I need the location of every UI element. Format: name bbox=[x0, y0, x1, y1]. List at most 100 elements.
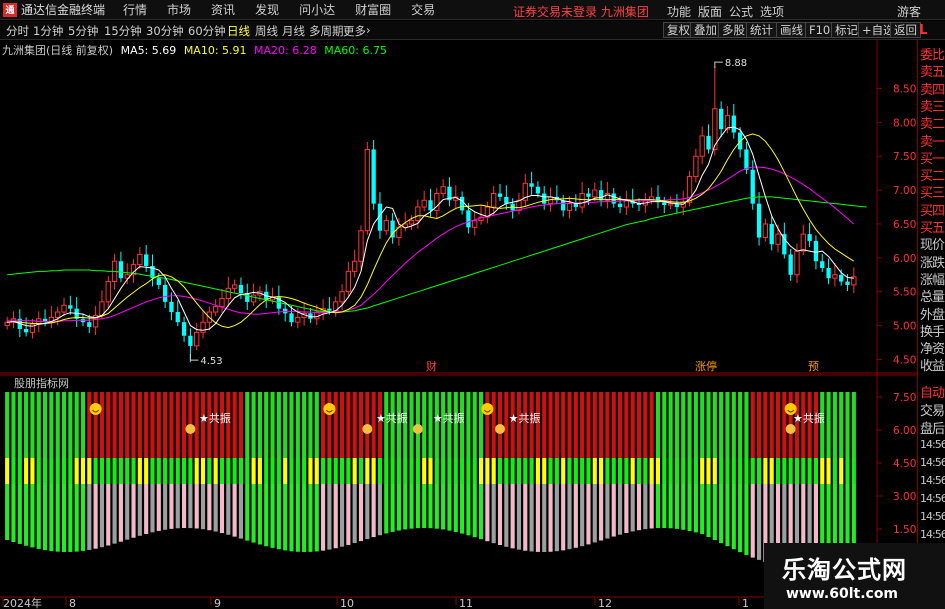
period-60min[interactable]: 60分钟 bbox=[188, 23, 226, 39]
signal-band-bar bbox=[712, 392, 717, 458]
signal-band-bar bbox=[643, 392, 648, 458]
volume-band-bar bbox=[687, 484, 692, 531]
trend-band-bar bbox=[428, 458, 433, 484]
menu-formula[interactable]: 公式 bbox=[729, 3, 753, 20]
f10-button[interactable]: F10 bbox=[805, 22, 835, 38]
signal-band-bar bbox=[308, 392, 313, 458]
menu-trade[interactable]: 交易 bbox=[411, 1, 435, 18]
candle-body bbox=[750, 169, 755, 204]
period-30min[interactable]: 30分钟 bbox=[146, 23, 184, 39]
candle-body bbox=[415, 206, 421, 222]
trend-band-bar bbox=[497, 458, 503, 484]
volume-band-bar bbox=[712, 484, 717, 541]
stock-title[interactable]: 九洲集团(日线 前复权) bbox=[2, 44, 113, 57]
period-15min[interactable]: 15分钟 bbox=[104, 23, 142, 39]
period-1min[interactable]: 1分钟 bbox=[33, 23, 63, 39]
chevron-right-icon[interactable]: › bbox=[366, 23, 371, 37]
draw-button[interactable]: 画线 bbox=[776, 22, 807, 38]
period-monthly[interactable]: 月线 bbox=[282, 23, 305, 39]
signal-band-bar bbox=[314, 392, 319, 458]
ma5-value: MA5: 5.69 bbox=[120, 44, 177, 57]
signal-band-bar bbox=[775, 392, 781, 458]
period-weekly[interactable]: 周线 bbox=[255, 23, 278, 39]
trend-band-bar bbox=[283, 458, 288, 484]
candle-body bbox=[845, 281, 850, 285]
signal-band-bar bbox=[662, 392, 667, 458]
signal-band-bar bbox=[472, 392, 477, 458]
menu-discover[interactable]: 发现 bbox=[255, 1, 279, 18]
menu-news[interactable]: 资讯 bbox=[211, 1, 235, 18]
menu-wealth[interactable]: 财富圈 bbox=[355, 1, 391, 18]
signal-band-bar bbox=[700, 392, 705, 458]
side-lower-label[interactable]: 自动 bbox=[920, 382, 945, 401]
volume-band-bar bbox=[497, 484, 503, 546]
candle-body bbox=[744, 149, 749, 170]
candle-body bbox=[339, 291, 345, 303]
indicator-tick-label: 7.50 bbox=[893, 392, 916, 404]
trend-band-bar bbox=[339, 458, 345, 484]
period-intraday[interactable]: 分时 bbox=[6, 23, 29, 39]
event-marker: 财 bbox=[426, 359, 437, 373]
multi-stock-button[interactable]: 多股 bbox=[718, 22, 749, 38]
menu-quotes[interactable]: 行情 bbox=[123, 1, 147, 18]
side-lower-label[interactable]: 盘后 bbox=[920, 418, 945, 437]
trend-band-bar bbox=[523, 458, 528, 484]
menu-options[interactable]: 选项 bbox=[760, 3, 784, 20]
signal-band-bar bbox=[264, 392, 269, 458]
trend-band-bar bbox=[175, 458, 180, 484]
volume-band-bar bbox=[428, 484, 433, 529]
menu-market[interactable]: 市场 bbox=[167, 1, 191, 18]
volume-band-bar bbox=[74, 484, 79, 552]
trend-band-bar bbox=[87, 458, 92, 484]
panel-toggle-button[interactable]: L bbox=[919, 23, 927, 38]
volume-band-bar bbox=[441, 484, 446, 530]
trend-band-bar bbox=[137, 458, 142, 484]
period-more[interactable]: 更多 bbox=[343, 23, 366, 39]
candle-body bbox=[371, 149, 376, 204]
menu-ask[interactable]: 问小达 bbox=[299, 1, 335, 18]
period-daily[interactable]: 日线 bbox=[227, 23, 250, 39]
overlay-button[interactable]: 叠加 bbox=[690, 22, 721, 38]
money-bag-icon bbox=[495, 424, 506, 434]
volume-band-bar bbox=[276, 484, 281, 550]
login-notice[interactable]: 证券交易未登录 九洲集团 bbox=[513, 3, 649, 20]
candle-body bbox=[731, 115, 736, 133]
candle-body bbox=[4, 321, 10, 327]
period-multi[interactable]: 多周期 bbox=[309, 23, 344, 39]
volume-band-bar bbox=[377, 484, 383, 536]
candle-body bbox=[162, 284, 168, 302]
volume-band-bar bbox=[226, 484, 231, 535]
indicator-title[interactable]: 股朋指标网 bbox=[14, 375, 69, 391]
quote-side-panel[interactable]: 委比 卖五 卖四 卖三 卖二 卖一 买一 买二 买三 买四 买五 现价 涨跌 涨幅 总量 外盘 换手 净资 收益 自动… bbox=[917, 40, 945, 609]
side-lower-label[interactable]: 交易 bbox=[920, 400, 945, 419]
signal-band-bar bbox=[851, 392, 856, 458]
volume-band-bar bbox=[5, 484, 10, 540]
trend-band-bar bbox=[763, 458, 768, 484]
menu-function[interactable]: 功能 bbox=[667, 3, 691, 20]
volume-band-bar bbox=[163, 484, 168, 530]
trend-band-bar bbox=[422, 458, 427, 484]
back-button[interactable]: 返回 bbox=[890, 22, 921, 38]
trend-band-bar bbox=[163, 458, 168, 484]
trend-band-bar bbox=[712, 458, 717, 484]
menu-layout[interactable]: 版面 bbox=[698, 3, 722, 20]
chart-canvas[interactable]: 8.88 4.53 8.50 8.00 7.50 7.00 6.50 6.00 5.50 5.0… bbox=[0, 40, 917, 609]
signal-band-bar bbox=[516, 392, 522, 458]
signal-band-bar bbox=[80, 392, 86, 458]
candle-body bbox=[832, 274, 838, 279]
guest-user[interactable]: 游客 bbox=[897, 3, 921, 20]
trend-band-bar bbox=[769, 458, 774, 484]
trend-band-bar bbox=[11, 458, 16, 484]
side-label: 涨幅 bbox=[920, 272, 945, 288]
signal-band-bar bbox=[750, 392, 755, 458]
signal-band-bar bbox=[156, 392, 161, 458]
signal-band-bar bbox=[169, 392, 174, 458]
period-5min[interactable]: 5分钟 bbox=[68, 23, 98, 39]
stats-button[interactable]: 统计 bbox=[746, 22, 777, 38]
signal-band-bar bbox=[636, 392, 642, 458]
signal-band-bar bbox=[504, 392, 509, 458]
volume-band-bar bbox=[460, 484, 465, 534]
trend-band-bar bbox=[554, 458, 559, 484]
candle-body bbox=[699, 135, 705, 157]
side-label: 总量 bbox=[920, 290, 945, 306]
